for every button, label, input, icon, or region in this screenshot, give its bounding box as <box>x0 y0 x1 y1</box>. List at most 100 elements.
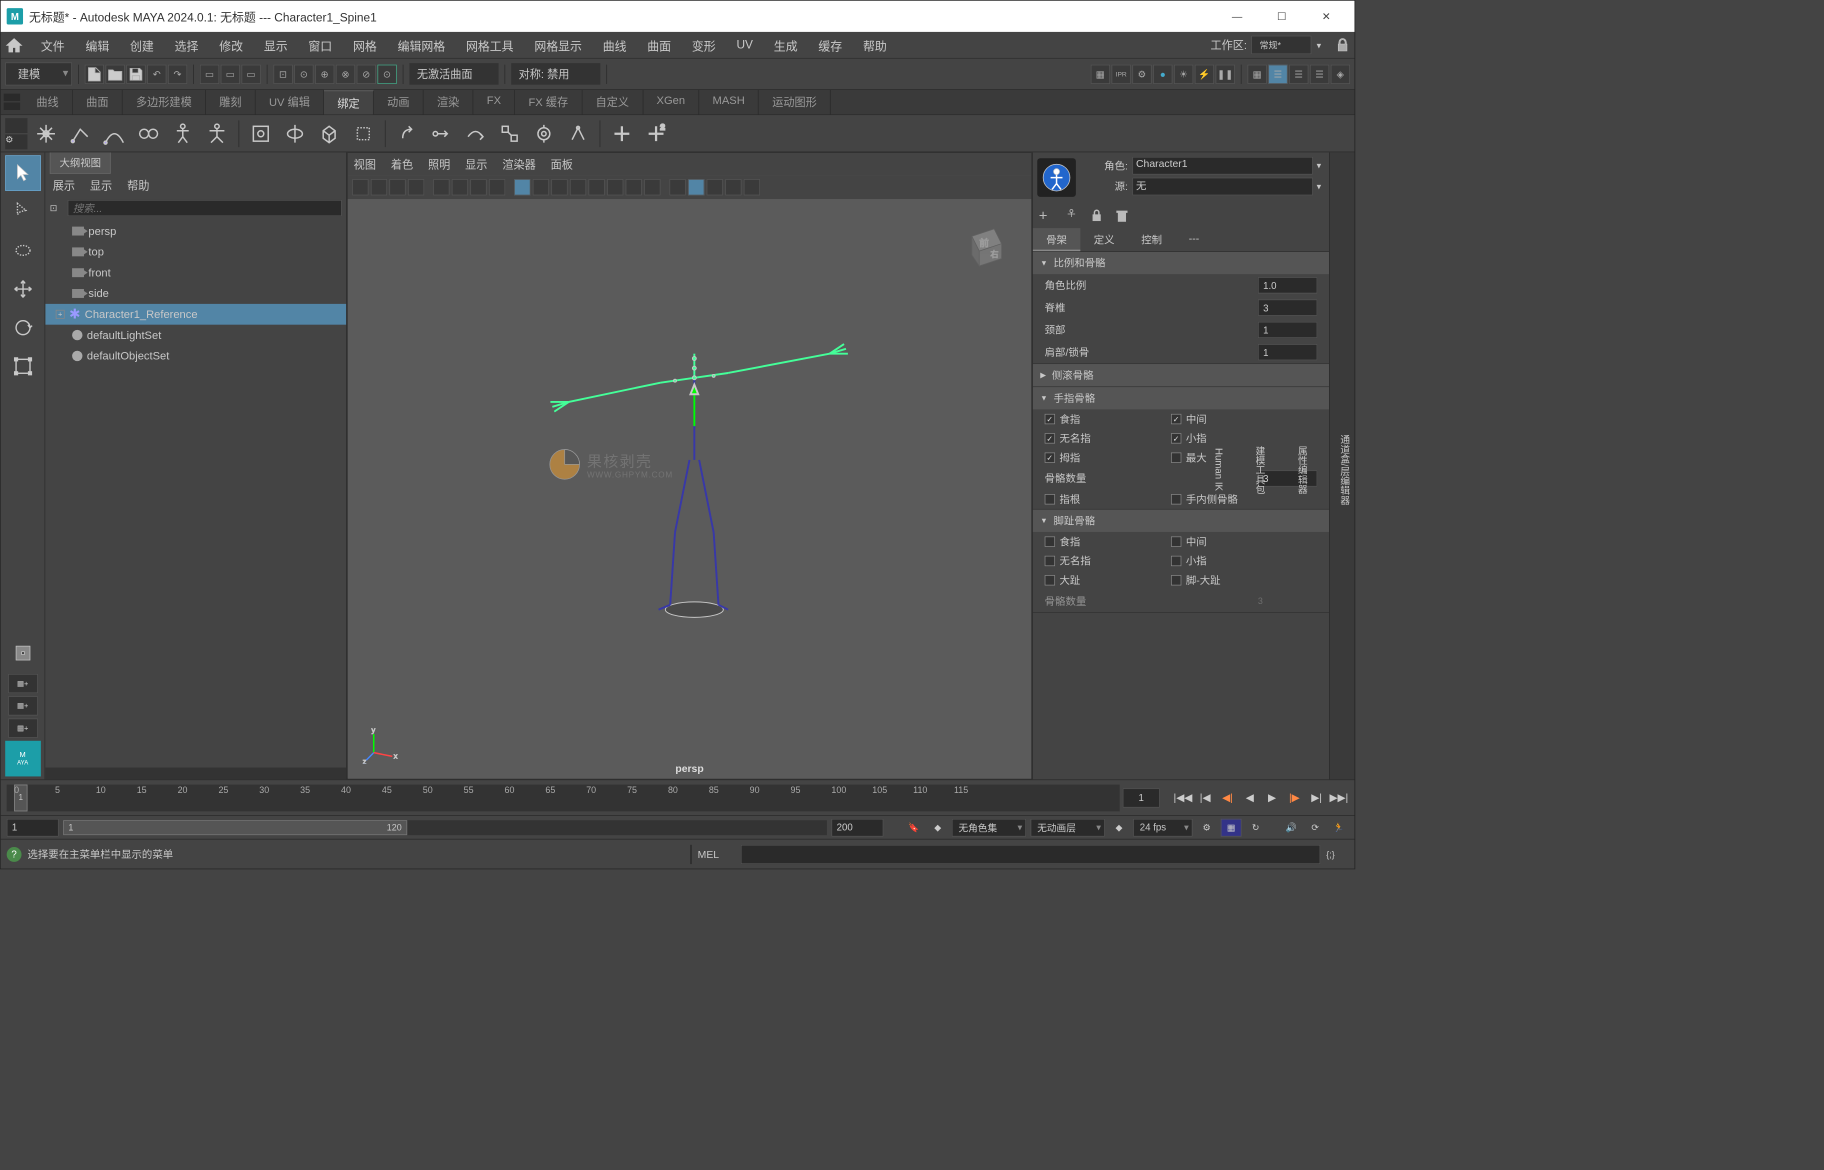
hik-add-icon[interactable]: + <box>1039 208 1054 223</box>
aim-constraint-icon[interactable] <box>528 118 559 149</box>
vp-icon-7[interactable] <box>470 179 486 195</box>
cb-index[interactable] <box>1045 414 1055 424</box>
hik-control-icon[interactable] <box>201 118 232 149</box>
outliner-item-character1[interactable]: +✱Character1_Reference <box>45 304 346 325</box>
prefs-icon[interactable]: ⚙ <box>1197 818 1216 836</box>
close-button[interactable]: ✕ <box>1304 1 1349 32</box>
shelf-tab-sculpt[interactable]: 雕刻 <box>206 90 256 115</box>
menu-file[interactable]: 文件 <box>30 33 75 57</box>
cube-bind-icon[interactable] <box>314 118 345 149</box>
mel-label[interactable]: MEL <box>698 848 735 860</box>
cb-max[interactable] <box>1171 452 1181 462</box>
shelf-opt1-icon[interactable] <box>5 118 27 133</box>
hik-trash-icon[interactable] <box>1115 208 1130 223</box>
outliner-scrollbar[interactable] <box>45 768 346 780</box>
vp-icon-8[interactable] <box>489 179 505 195</box>
outliner-item-objectset[interactable]: defaultObjectSet <box>45 345 346 366</box>
outliner-menu-display[interactable]: 显示 <box>90 177 112 193</box>
hik-neck-input[interactable] <box>1258 322 1317 338</box>
outliner-tree[interactable]: persp top front side +✱Character1_Refere… <box>45 219 346 767</box>
hik-src-dropdown[interactable]: 无 <box>1132 178 1313 196</box>
menu-display[interactable]: 显示 <box>253 33 298 57</box>
vp-menu-view[interactable]: 视图 <box>354 156 376 172</box>
play-forward-icon[interactable]: ▶ <box>1262 788 1281 807</box>
scale-tool[interactable] <box>5 348 41 384</box>
vp-shade-icon[interactable] <box>688 179 704 195</box>
bind-skin-icon[interactable] <box>245 118 276 149</box>
vp-menu-renderer[interactable]: 渲染器 <box>502 156 535 172</box>
move-tool[interactable] <box>5 271 41 307</box>
detach-skin-icon[interactable] <box>348 118 379 149</box>
snap-curve-icon[interactable]: ⊙ <box>294 64 313 83</box>
snap-plane-icon[interactable]: ⊗ <box>336 64 355 83</box>
dropdown-arrow-icon[interactable]: ▾ <box>1313 181 1325 191</box>
hik-stance-icon[interactable] <box>1064 208 1079 223</box>
layout-single-icon[interactable] <box>5 635 41 671</box>
shelf-tab-fx[interactable]: FX <box>473 90 515 115</box>
hik-section-toes[interactable]: ▼脚趾骨骼 <box>1033 510 1329 532</box>
live-surface-field[interactable]: 无激活曲面 <box>409 63 498 85</box>
ik-handle-icon[interactable] <box>65 118 96 149</box>
orient-constraint-icon[interactable] <box>460 118 491 149</box>
shelf-tab-mash[interactable]: MASH <box>699 90 759 115</box>
vp-icon-5[interactable] <box>433 179 449 195</box>
select-mode2-icon[interactable]: ▭ <box>221 64 240 83</box>
step-forward-icon[interactable]: |▶ <box>1285 788 1304 807</box>
cb-toe-index[interactable] <box>1045 536 1055 546</box>
command-input[interactable] <box>741 844 1321 863</box>
hik-charscale-input[interactable] <box>1258 277 1317 293</box>
ipr-icon[interactable]: IPR <box>1112 64 1131 83</box>
vp-icon-21[interactable] <box>744 179 760 195</box>
expand-icon[interactable]: + <box>56 310 65 319</box>
shelf-tab-surface[interactable]: 曲面 <box>73 90 123 115</box>
ik-spline-icon[interactable] <box>99 118 130 149</box>
scale-constraint-icon[interactable] <box>494 118 525 149</box>
menu-modify[interactable]: 修改 <box>209 33 254 57</box>
menu-mesh[interactable]: 网格 <box>343 33 388 57</box>
volume-icon[interactable]: 🔊 <box>1282 818 1301 836</box>
cb-middle[interactable] <box>1171 414 1181 424</box>
select-tool[interactable] <box>5 155 41 191</box>
redo-icon[interactable]: ↷ <box>168 64 187 83</box>
hik-skeleton-icon[interactable] <box>167 118 198 149</box>
dropdown-arrow-icon[interactable]: ▾ <box>1313 160 1325 170</box>
goto-start-icon[interactable]: |◀◀ <box>1173 788 1192 807</box>
charset-dropdown[interactable]: 无角色集 <box>952 818 1026 836</box>
vp-icon-15[interactable] <box>626 179 642 195</box>
viewport-canvas[interactable]: 果核剥壳 WWW.GHPYM.COM 前 右 <box>348 199 1032 779</box>
outliner-item-top[interactable]: top <box>45 241 346 262</box>
hik-tab-skeleton[interactable]: 骨架 <box>1033 228 1081 251</box>
hypershade-icon[interactable]: ● <box>1153 64 1172 83</box>
vp-icon-1[interactable] <box>352 179 368 195</box>
menu-meshtools[interactable]: 网格工具 <box>456 33 524 57</box>
snap-grid-icon[interactable]: ⊡ <box>273 64 292 83</box>
paint-select-tool[interactable] <box>5 233 41 269</box>
cb-toe-big[interactable] <box>1045 575 1055 585</box>
panel-layout3-icon[interactable]: ☰ <box>1289 64 1308 83</box>
shelf-toggle-icon[interactable] <box>4 91 20 112</box>
vp-icon-14[interactable] <box>607 179 623 195</box>
lock-icon[interactable] <box>1335 38 1350 53</box>
vp-icon-17[interactable] <box>669 179 685 195</box>
menu-generate[interactable]: 生成 <box>763 33 808 57</box>
vp-icon-12[interactable] <box>570 179 586 195</box>
help-icon[interactable]: ? <box>7 847 22 862</box>
menu-help[interactable]: 帮助 <box>853 33 898 57</box>
hik-section-scale[interactable]: ▼比例和骨骼 <box>1033 252 1329 274</box>
outliner-item-side[interactable]: side <box>45 283 346 304</box>
shelf-tab-render[interactable]: 渲染 <box>424 90 474 115</box>
step-forward-key-icon[interactable]: ▶| <box>1307 788 1326 807</box>
render-icon[interactable]: ▦ <box>1091 64 1110 83</box>
current-frame-field[interactable]: 1 <box>1123 788 1160 807</box>
menu-cache[interactable]: 缓存 <box>808 33 853 57</box>
vp-icon-20[interactable] <box>725 179 741 195</box>
select-mode3-icon[interactable]: ▭ <box>241 64 260 83</box>
outliner-menu-help[interactable]: 帮助 <box>127 177 149 193</box>
cb-toe-pinky[interactable] <box>1171 556 1181 566</box>
step-back-icon[interactable]: ◀| <box>1218 788 1237 807</box>
range-bar[interactable]: 1 120 <box>63 820 827 835</box>
interactive-bind-icon[interactable] <box>279 118 310 149</box>
select-mode-icon[interactable]: ▭ <box>200 64 219 83</box>
panel-layout4-icon[interactable]: ☰ <box>1310 64 1329 83</box>
shelf-tab-poly[interactable]: 多边形建模 <box>123 90 206 115</box>
